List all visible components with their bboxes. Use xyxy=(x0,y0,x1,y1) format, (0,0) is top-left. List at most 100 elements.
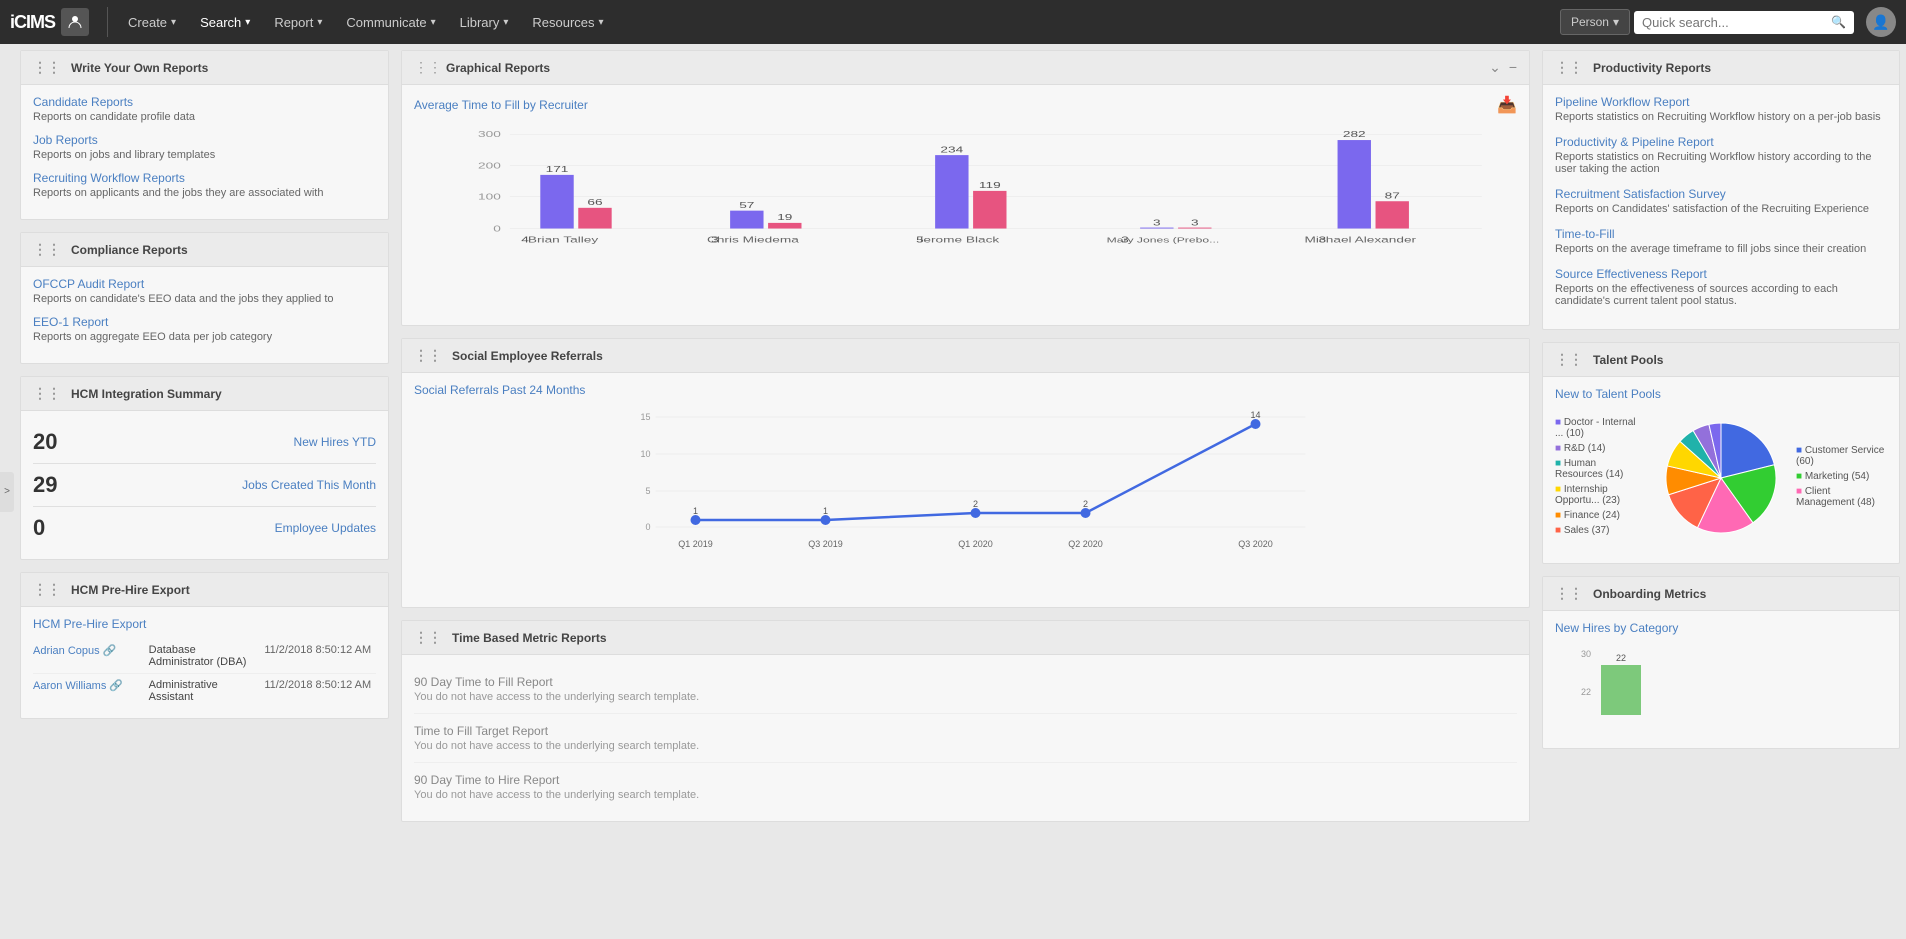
download-icon[interactable]: 📥 xyxy=(1497,95,1517,115)
graphical-drag-handle: ⋮⋮ xyxy=(414,59,442,76)
avg-time-fill-link[interactable]: Average Time to Fill by Recruiter xyxy=(414,98,588,112)
hcm-integration-title: HCM Integration Summary xyxy=(71,387,222,401)
legend-item-hr: ■ Human Resources (14) xyxy=(1555,458,1646,480)
job-reports-link[interactable]: Job Reports xyxy=(33,133,376,147)
legend-item-marketing: ■ Marketing (54) xyxy=(1796,471,1887,482)
legend-dot-sales: ■ xyxy=(1555,525,1561,536)
graphical-reports-title: Graphical Reports xyxy=(446,61,1489,75)
legend-item-finance: ■ Finance (24) xyxy=(1555,510,1646,521)
recruitment-satisfaction-desc: Reports on Candidates' satisfaction of t… xyxy=(1555,203,1887,215)
candidate-reports-link[interactable]: Candidate Reports xyxy=(33,95,376,109)
social-referrals-header: ⋮⋮ Social Employee Referrals xyxy=(402,339,1529,373)
social-referrals-link[interactable]: Social Referrals Past 24 Months xyxy=(414,383,585,397)
ofccp-audit-desc: Reports on candidate's EEO data and the … xyxy=(33,293,376,305)
left-column: > ⋮⋮ Write Your Own Reports Candidate Re… xyxy=(0,44,395,939)
bar-chart-svg: 300 200 100 0 171 66 4 Brian Talley xyxy=(434,125,1497,285)
time-item-2-title: Time to Fill Target Report xyxy=(414,724,1517,738)
quick-search-input[interactable] xyxy=(1642,15,1825,30)
nav-create[interactable]: Create ▾ xyxy=(118,9,186,36)
time-drag-handle: ⋮⋮ xyxy=(414,629,442,646)
hcm-prehire-header: ⋮⋮ HCM Pre-Hire Export xyxy=(21,573,388,607)
talent-drag-handle: ⋮⋮ xyxy=(1555,351,1583,368)
svg-text:234: 234 xyxy=(940,146,963,155)
svg-text:66: 66 xyxy=(587,198,602,207)
svg-text:Q3 2020: Q3 2020 xyxy=(1238,539,1273,549)
onboarding-bar-chart: 30 22 22 xyxy=(1555,645,1887,725)
nav-search[interactable]: Search ▾ xyxy=(190,9,260,36)
search-icon[interactable]: 🔍 xyxy=(1831,15,1846,29)
new-to-talent-pools-link[interactable]: New to Talent Pools xyxy=(1555,387,1887,401)
time-item-1: 90 Day Time to Fill Report You do not ha… xyxy=(414,665,1517,714)
ofccp-audit-link[interactable]: OFCCP Audit Report xyxy=(33,277,376,291)
employee-updates-number: 0 xyxy=(33,515,73,541)
productivity-pipeline-link[interactable]: Productivity & Pipeline Report xyxy=(1555,135,1887,149)
panel-drag-handle: ⋮⋮ xyxy=(33,59,61,76)
talent-pools-title: Talent Pools xyxy=(1593,353,1663,367)
recruitment-satisfaction-link[interactable]: Recruitment Satisfaction Survey xyxy=(1555,187,1887,201)
recruiting-workflow-reports-link[interactable]: Recruiting Workflow Reports xyxy=(33,171,376,185)
svg-text:Mary Jones (Prebo...: Mary Jones (Prebo... xyxy=(1107,237,1220,245)
report-chevron: ▾ xyxy=(317,17,322,28)
onboarding-chart: 30 22 22 xyxy=(1555,635,1887,738)
candidate-reports-desc: Reports on candidate profile data xyxy=(33,111,376,123)
prehire-date-1: 11/2/2018 8:50:12 AM xyxy=(264,644,376,668)
svg-text:1: 1 xyxy=(823,506,828,516)
legend-dot-customer: ■ xyxy=(1796,445,1802,456)
time-based-title: Time Based Metric Reports xyxy=(452,631,607,645)
eeo1-desc: Reports on aggregate EEO data per job ca… xyxy=(33,331,376,343)
svg-text:3: 3 xyxy=(1153,219,1161,228)
time-to-fill-link[interactable]: Time-to-Fill xyxy=(1555,227,1887,241)
nav-communicate[interactable]: Communicate ▾ xyxy=(336,9,445,36)
svg-text:2: 2 xyxy=(973,499,978,509)
time-item-3-title: 90 Day Time to Hire Report xyxy=(414,773,1517,787)
eeo1-link[interactable]: EEO-1 Report xyxy=(33,315,376,329)
svg-text:300: 300 xyxy=(478,131,501,140)
prehire-name-1[interactable]: Adrian Copus 🔗 xyxy=(33,644,145,668)
talent-chart-wrapper: ■ Doctor - Internal ... (10) ■ R&D (14) … xyxy=(1555,403,1887,553)
svg-text:30: 30 xyxy=(1581,649,1591,659)
onboarding-header: ⋮⋮ Onboarding Metrics xyxy=(1543,577,1899,611)
compliance-title: Compliance Reports xyxy=(71,243,188,257)
collapse-icon[interactable]: ⌄ xyxy=(1489,59,1501,76)
productivity-pipeline-desc: Reports statistics on Recruiting Workflo… xyxy=(1555,151,1887,175)
talent-legend-right: ■ Customer Service (60) ■ Marketing (54)… xyxy=(1796,445,1887,512)
collapse-sidebar-btn[interactable]: > xyxy=(0,472,14,512)
nav-resources[interactable]: Resources ▾ xyxy=(522,9,613,36)
line-chart-area: 15 10 5 0 1 xyxy=(414,397,1517,597)
legend-dot-marketing: ■ xyxy=(1796,471,1802,482)
minimize-icon[interactable]: − xyxy=(1509,59,1517,76)
hcm-prehire-export-link[interactable]: HCM Pre-Hire Export xyxy=(33,617,376,631)
middle-column: ⋮⋮ Graphical Reports ⌄ − Average Time to… xyxy=(395,44,1536,939)
person-dropdown[interactable]: Person ▾ xyxy=(1560,9,1630,35)
hcm-prehire-panel: ⋮⋮ HCM Pre-Hire Export HCM Pre-Hire Expo… xyxy=(20,572,389,719)
legend-item-sales: ■ Sales (37) xyxy=(1555,525,1646,536)
nav-icon-box[interactable] xyxy=(61,8,89,36)
hcm-integration-header: ⋮⋮ HCM Integration Summary xyxy=(21,377,388,411)
pipeline-workflow-link[interactable]: Pipeline Workflow Report xyxy=(1555,95,1887,109)
time-based-panel: ⋮⋮ Time Based Metric Reports 90 Day Time… xyxy=(401,620,1530,822)
main-content: > ⋮⋮ Write Your Own Reports Candidate Re… xyxy=(0,44,1906,939)
prehire-name-2[interactable]: Aaron Williams 🔗 xyxy=(33,679,145,703)
user-avatar[interactable]: 👤 xyxy=(1866,7,1896,37)
new-hires-ytd-number: 20 xyxy=(33,429,73,455)
hcm-stat-2: 29 Jobs Created This Month xyxy=(33,464,376,507)
social-referrals-content: Social Referrals Past 24 Months 15 10 5 … xyxy=(402,373,1529,607)
productivity-title: Productivity Reports xyxy=(1593,61,1711,75)
employee-updates-label: Employee Updates xyxy=(275,521,376,535)
nav-library[interactable]: Library ▾ xyxy=(450,9,519,36)
time-item-3-desc: You do not have access to the underlying… xyxy=(414,789,1517,801)
onboarding-content: New Hires by Category 30 22 22 xyxy=(1543,611,1899,748)
svg-text:Brian Talley: Brian Talley xyxy=(528,236,599,245)
prehire-row-1: Adrian Copus 🔗 Database Administrator (D… xyxy=(33,639,376,674)
graphical-reports-header: ⋮⋮ Graphical Reports ⌄ − xyxy=(402,51,1529,85)
new-hires-by-category-link[interactable]: New Hires by Category xyxy=(1555,621,1678,635)
new-hires-ytd-label: New Hires YTD xyxy=(294,435,376,449)
pipeline-workflow-desc: Reports statistics on Recruiting Workflo… xyxy=(1555,111,1887,123)
graphical-reports-panel: ⋮⋮ Graphical Reports ⌄ − Average Time to… xyxy=(401,50,1530,326)
prehire-date-2: 11/2/2018 8:50:12 AM xyxy=(264,679,376,703)
right-column: ⋮⋮ Productivity Reports Pipeline Workflo… xyxy=(1536,44,1906,939)
source-effectiveness-link[interactable]: Source Effectiveness Report xyxy=(1555,267,1887,281)
hcm-integration-panel: ⋮⋮ HCM Integration Summary 20 New Hires … xyxy=(20,376,389,560)
nav-report[interactable]: Report ▾ xyxy=(264,9,332,36)
svg-text:87: 87 xyxy=(1385,192,1400,201)
